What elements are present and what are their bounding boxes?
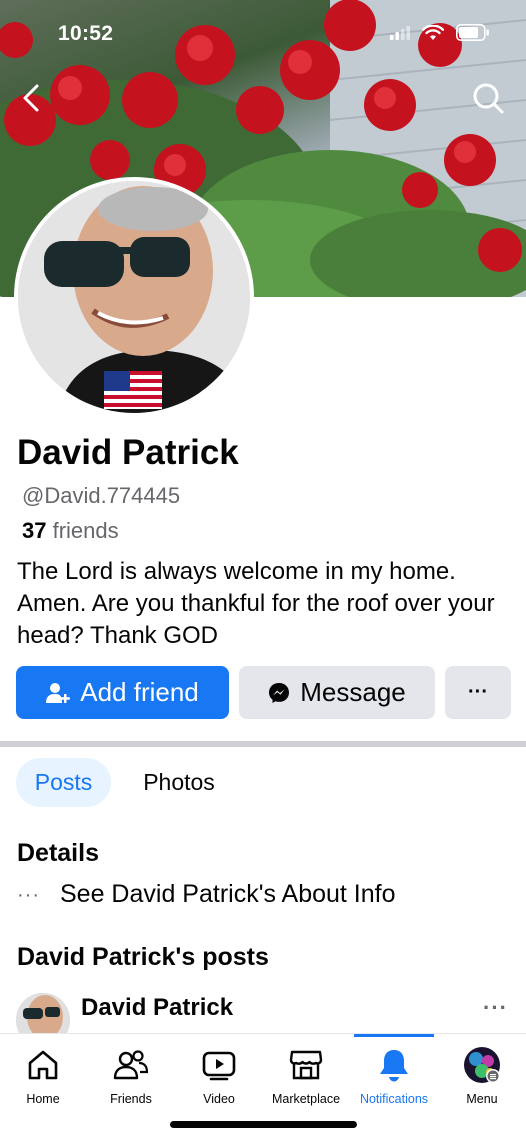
messenger-icon xyxy=(269,682,290,703)
nav-home-label: Home xyxy=(26,1092,60,1106)
more-actions-button[interactable]: ··· xyxy=(445,666,511,719)
video-icon xyxy=(202,1051,236,1081)
bell-icon xyxy=(380,1050,408,1082)
tab-posts-label: Posts xyxy=(34,769,93,795)
nav-notifications[interactable]: Notifications xyxy=(349,1044,439,1106)
home-icon xyxy=(28,1050,58,1080)
about-info-link[interactable]: ··· See David Patrick's About Info xyxy=(17,880,396,909)
post-more-button[interactable]: ··· xyxy=(483,995,508,1021)
add-friend-label: Add friend xyxy=(80,677,199,707)
nav-video-label: Video xyxy=(203,1092,235,1106)
friends-icon xyxy=(113,1050,149,1080)
status-bar: 10:52 xyxy=(0,0,526,70)
nav-notifications-label: Notifications xyxy=(359,1092,429,1106)
wifi-icon xyxy=(422,24,444,40)
friends-count-label: friends xyxy=(52,518,119,543)
profile-bio: The Lord is always welcome in my home. A… xyxy=(17,558,495,649)
status-icons xyxy=(390,24,490,41)
profile-name: David Patrick xyxy=(17,433,239,472)
chevron-left-icon xyxy=(23,84,39,112)
add-friend-button[interactable]: Add friend xyxy=(16,666,229,719)
friends-count-number: 37 xyxy=(22,518,47,543)
profile-picture[interactable] xyxy=(14,177,254,417)
posts-section-title: David Patrick's posts xyxy=(17,943,269,971)
nav-marketplace-label: Marketplace xyxy=(271,1092,341,1106)
profile-photo-image xyxy=(18,181,250,413)
back-button[interactable] xyxy=(14,80,50,116)
message-button[interactable]: Message xyxy=(239,666,435,719)
about-info-label: See David Patrick's About Info xyxy=(60,880,396,908)
add-friend-icon xyxy=(46,682,71,703)
battery-icon xyxy=(456,24,489,41)
message-label: Message xyxy=(300,677,406,707)
tab-posts[interactable]: Posts xyxy=(16,758,111,807)
nav-active-indicator xyxy=(354,1034,434,1037)
home-indicator xyxy=(170,1121,357,1128)
nav-home[interactable]: Home xyxy=(0,1044,88,1106)
more-dots-icon: ··· xyxy=(17,883,40,906)
menu-avatar-icon xyxy=(464,1047,500,1083)
cellular-signal-icon xyxy=(390,25,410,40)
search-icon xyxy=(473,83,504,114)
nav-friends-label: Friends xyxy=(110,1092,152,1106)
tab-photos[interactable]: Photos xyxy=(124,758,234,807)
profile-handle: @David.774445 xyxy=(22,483,181,508)
tab-photos-label: Photos xyxy=(143,769,215,795)
marketplace-icon xyxy=(289,1050,323,1080)
status-time: 10:52 xyxy=(58,22,114,45)
section-divider xyxy=(0,741,526,747)
nav-menu-label: Menu xyxy=(466,1092,498,1106)
post-author-name[interactable]: David Patrick xyxy=(81,994,233,1022)
nav-marketplace[interactable]: Marketplace xyxy=(261,1044,351,1106)
more-actions-label: ··· xyxy=(468,681,488,703)
search-button[interactable] xyxy=(470,80,506,116)
details-title: Details xyxy=(17,839,99,867)
friends-count[interactable]: 37 friends xyxy=(22,518,119,544)
nav-video[interactable]: Video xyxy=(174,1044,264,1106)
profile-avatar xyxy=(18,181,250,413)
nav-menu[interactable]: Menu xyxy=(437,1044,526,1106)
nav-friends[interactable]: Friends xyxy=(86,1044,176,1106)
